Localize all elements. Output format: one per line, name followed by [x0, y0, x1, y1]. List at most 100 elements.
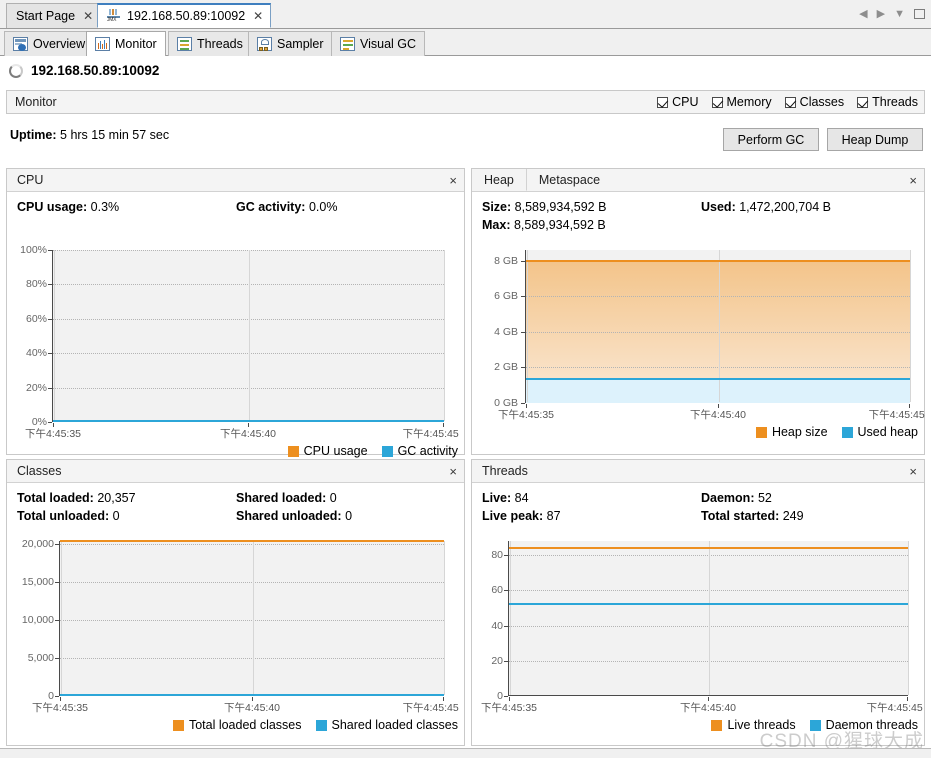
- jmx-icon: JMX: [107, 9, 122, 23]
- gridline-h: [60, 581, 444, 583]
- threads-chart-legend: Live threads Daemon threads: [703, 718, 918, 732]
- gridline-v: [910, 250, 911, 402]
- document-tab-start-page[interactable]: Start Page ✕: [6, 3, 102, 28]
- checkbox-threads[interactable]: Threads: [857, 95, 918, 109]
- threads-icon: [177, 37, 192, 51]
- maximize-icon[interactable]: [914, 9, 925, 19]
- x-axis-tick-mark: [60, 697, 61, 701]
- legend-item[interactable]: Daemon threads: [809, 718, 918, 732]
- y-axis-tick-mark: [48, 250, 52, 251]
- perform-gc-button[interactable]: Perform GC: [723, 128, 819, 151]
- y-axis-tick-label: 40: [491, 619, 503, 632]
- tab-sampler[interactable]: Sampler: [248, 31, 333, 56]
- x-axis-tick-mark: [907, 697, 908, 701]
- x-axis-tick-mark: [53, 423, 54, 427]
- stat-value: 0.0%: [308, 200, 338, 214]
- tab-threads[interactable]: Threads: [168, 31, 252, 56]
- tab-visual-gc[interactable]: Visual GC: [331, 31, 426, 56]
- daemon-threads-stat: Daemon: 52: [701, 491, 772, 505]
- y-axis-tick-mark: [55, 581, 59, 583]
- checkbox-label: CPU: [672, 95, 699, 109]
- legend-item[interactable]: Used heap: [841, 425, 918, 439]
- tab-overview[interactable]: Overview: [4, 31, 95, 56]
- stat-value: 87: [546, 509, 561, 523]
- legend-label: GC activity: [397, 444, 458, 458]
- tab-monitor[interactable]: Monitor: [86, 31, 166, 56]
- tab-heap[interactable]: Heap: [472, 169, 527, 191]
- y-axis-tick-label: 40%: [25, 347, 47, 360]
- x-axis-tick-mark: [708, 697, 709, 701]
- close-icon[interactable]: ×: [449, 169, 457, 191]
- legend-label: Live threads: [727, 718, 796, 732]
- scroll-right-icon[interactable]: ▶: [877, 8, 885, 20]
- gc-activity-stat: GC activity: 0.0%: [236, 200, 337, 214]
- legend-item[interactable]: CPU usage: [287, 444, 368, 458]
- threads-panel-title: Threads: [482, 464, 528, 478]
- stat-label: Live peak:: [482, 509, 544, 523]
- y-axis-tick-mark: [48, 318, 52, 320]
- heap-chart-series-line: [526, 259, 910, 262]
- legend-item[interactable]: GC activity: [381, 444, 458, 458]
- stat-label: Total loaded:: [17, 491, 94, 505]
- spinner-icon: [9, 63, 23, 78]
- gridline-v: [61, 541, 62, 695]
- close-icon[interactable]: ×: [909, 169, 917, 191]
- y-axis-tick-mark: [48, 422, 52, 423]
- legend-item[interactable]: Total loaded classes: [172, 718, 302, 732]
- heap-dump-button[interactable]: Heap Dump: [827, 128, 923, 151]
- stat-value: 84: [514, 491, 529, 505]
- checkbox-cpu[interactable]: CPU: [657, 95, 699, 109]
- legend-label: Total loaded classes: [188, 718, 302, 732]
- stat-label: Total started:: [701, 509, 780, 523]
- x-axis-tick-mark: [252, 697, 253, 701]
- y-axis-tick-mark: [504, 696, 508, 697]
- cpu-stats: CPU usage: 0.3% GC activity: 0.0%: [7, 192, 464, 238]
- classes-panel: Classes × Total loaded: 20,357 Shared lo…: [6, 459, 465, 746]
- gridline-v: [54, 250, 55, 421]
- y-axis-tick-label: 60%: [25, 312, 47, 325]
- classes-chart-series-line: [60, 540, 444, 542]
- tab-list-dropdown-icon[interactable]: ▼: [894, 8, 905, 20]
- shared-loaded-stat: Shared loaded: 0: [236, 491, 337, 505]
- stat-label: Max:: [482, 218, 511, 232]
- stat-value: 249: [782, 509, 804, 523]
- checkbox-memory[interactable]: Memory: [711, 95, 772, 109]
- status-bar: [0, 748, 931, 758]
- cpu-chart-plot: [52, 250, 445, 422]
- close-icon[interactable]: ✕: [253, 10, 263, 22]
- stat-label: Shared unloaded:: [236, 509, 342, 523]
- gridline-h: [526, 331, 910, 333]
- y-axis-tick-label: 100%: [20, 244, 47, 256]
- legend-item[interactable]: Heap size: [755, 425, 828, 439]
- y-axis-tick-mark: [521, 260, 525, 262]
- heap-used-stat: Used: 1,472,200,704 B: [701, 200, 831, 214]
- checkbox-classes[interactable]: Classes: [784, 95, 844, 109]
- close-icon[interactable]: ✕: [83, 10, 93, 22]
- close-icon[interactable]: ×: [909, 460, 917, 482]
- stat-value: 0: [112, 509, 120, 523]
- heap-chart-series-line: [526, 377, 910, 380]
- scroll-left-icon[interactable]: ◀: [859, 8, 867, 20]
- legend-swatch: [809, 719, 821, 731]
- heap-chart-legend: Heap size Used heap: [748, 425, 918, 439]
- document-tab-label: 192.168.50.89:10092: [127, 9, 246, 23]
- legend-swatch: [841, 426, 853, 438]
- y-axis-tick-mark: [521, 367, 525, 369]
- legend-swatch: [711, 719, 723, 731]
- gridline-v: [510, 541, 511, 695]
- x-axis-tick-label: 下午4:45:45: [402, 428, 459, 440]
- y-axis-tick-mark: [521, 331, 525, 333]
- total-started-stat: Total started: 249: [701, 509, 804, 523]
- close-icon[interactable]: ×: [449, 460, 457, 482]
- live-threads-stat: Live: 84: [482, 491, 529, 505]
- legend-item[interactable]: Live threads: [711, 718, 796, 732]
- x-axis-tick-mark: [248, 423, 249, 427]
- gridline-v: [908, 541, 909, 695]
- tab-metaspace[interactable]: Metaspace: [526, 169, 613, 191]
- checkbox-label: Memory: [726, 95, 772, 109]
- legend-item[interactable]: Shared loaded classes: [315, 718, 458, 732]
- document-tab-jmx-connection[interactable]: JMX 192.168.50.89:10092 ✕: [97, 3, 272, 28]
- gridline-h: [526, 296, 910, 298]
- x-axis-tick-mark: [526, 404, 527, 408]
- visualvm-window: Start Page ✕ JMX 192.168.50.89:10092 ✕ ◀…: [0, 0, 931, 758]
